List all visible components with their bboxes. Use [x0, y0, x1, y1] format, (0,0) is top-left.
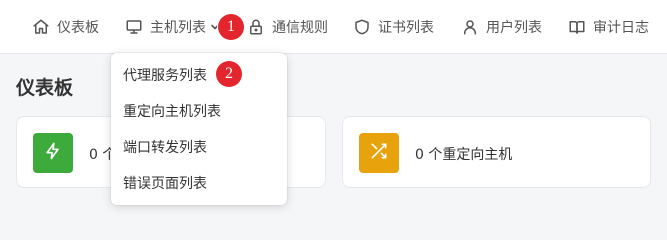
menu-item-streams[interactable]: 端口转发列表 [111, 129, 287, 165]
user-icon [461, 18, 479, 36]
menu-item-404-hosts[interactable]: 错误页面列表 [111, 165, 287, 201]
stat-text: 0 个重定向主机 [415, 147, 513, 163]
book-icon [568, 18, 586, 36]
menu-item-label: 错误页面列表 [123, 176, 207, 192]
nav-item-access-rules[interactable]: 通信规则 [247, 0, 328, 54]
nav-item-audit-log[interactable]: 审计日志 [568, 0, 649, 54]
nav-item-label: 主机列表 [150, 20, 206, 36]
stat-card-redirection-hosts[interactable]: 0 个重定向主机 [342, 116, 651, 188]
nav-item-label: 通信规则 [272, 20, 328, 36]
menu-item-label: 重定向主机列表 [123, 104, 221, 120]
page-title: 仪表板 [16, 77, 74, 99]
nav-item-label: 证书列表 [378, 20, 434, 36]
nav-item-label: 审计日志 [593, 20, 649, 36]
monitor-icon [125, 18, 143, 36]
step-badge-1: 1 [218, 14, 244, 40]
top-navbar: 仪表板 主机列表 通信规则 证书列表 用户列表 审计日志 [0, 0, 667, 54]
shield-icon [353, 18, 371, 36]
step-badge-2: 2 [216, 61, 242, 87]
nav-item-hosts[interactable]: 主机列表 [125, 0, 220, 54]
tile [359, 133, 399, 173]
nav-item-dashboard[interactable]: 仪表板 [32, 0, 99, 54]
shuffle-icon [369, 141, 389, 165]
menu-item-proxy-hosts[interactable]: 代理服务列表 [111, 57, 287, 93]
nav-item-certificates[interactable]: 证书列表 [353, 0, 434, 54]
tile [33, 133, 73, 173]
home-icon [32, 18, 50, 36]
hosts-dropdown-menu: 代理服务列表 重定向主机列表 端口转发列表 错误页面列表 [111, 53, 287, 205]
menu-item-label: 端口转发列表 [123, 140, 207, 156]
lock-icon [247, 18, 265, 36]
nav-item-label: 用户列表 [486, 20, 542, 36]
menu-item-label: 代理服务列表 [123, 68, 207, 84]
menu-item-redirection-hosts[interactable]: 重定向主机列表 [111, 93, 287, 129]
bolt-icon [43, 141, 63, 165]
nav-item-label: 仪表板 [57, 20, 99, 36]
nav-item-users[interactable]: 用户列表 [461, 0, 542, 54]
